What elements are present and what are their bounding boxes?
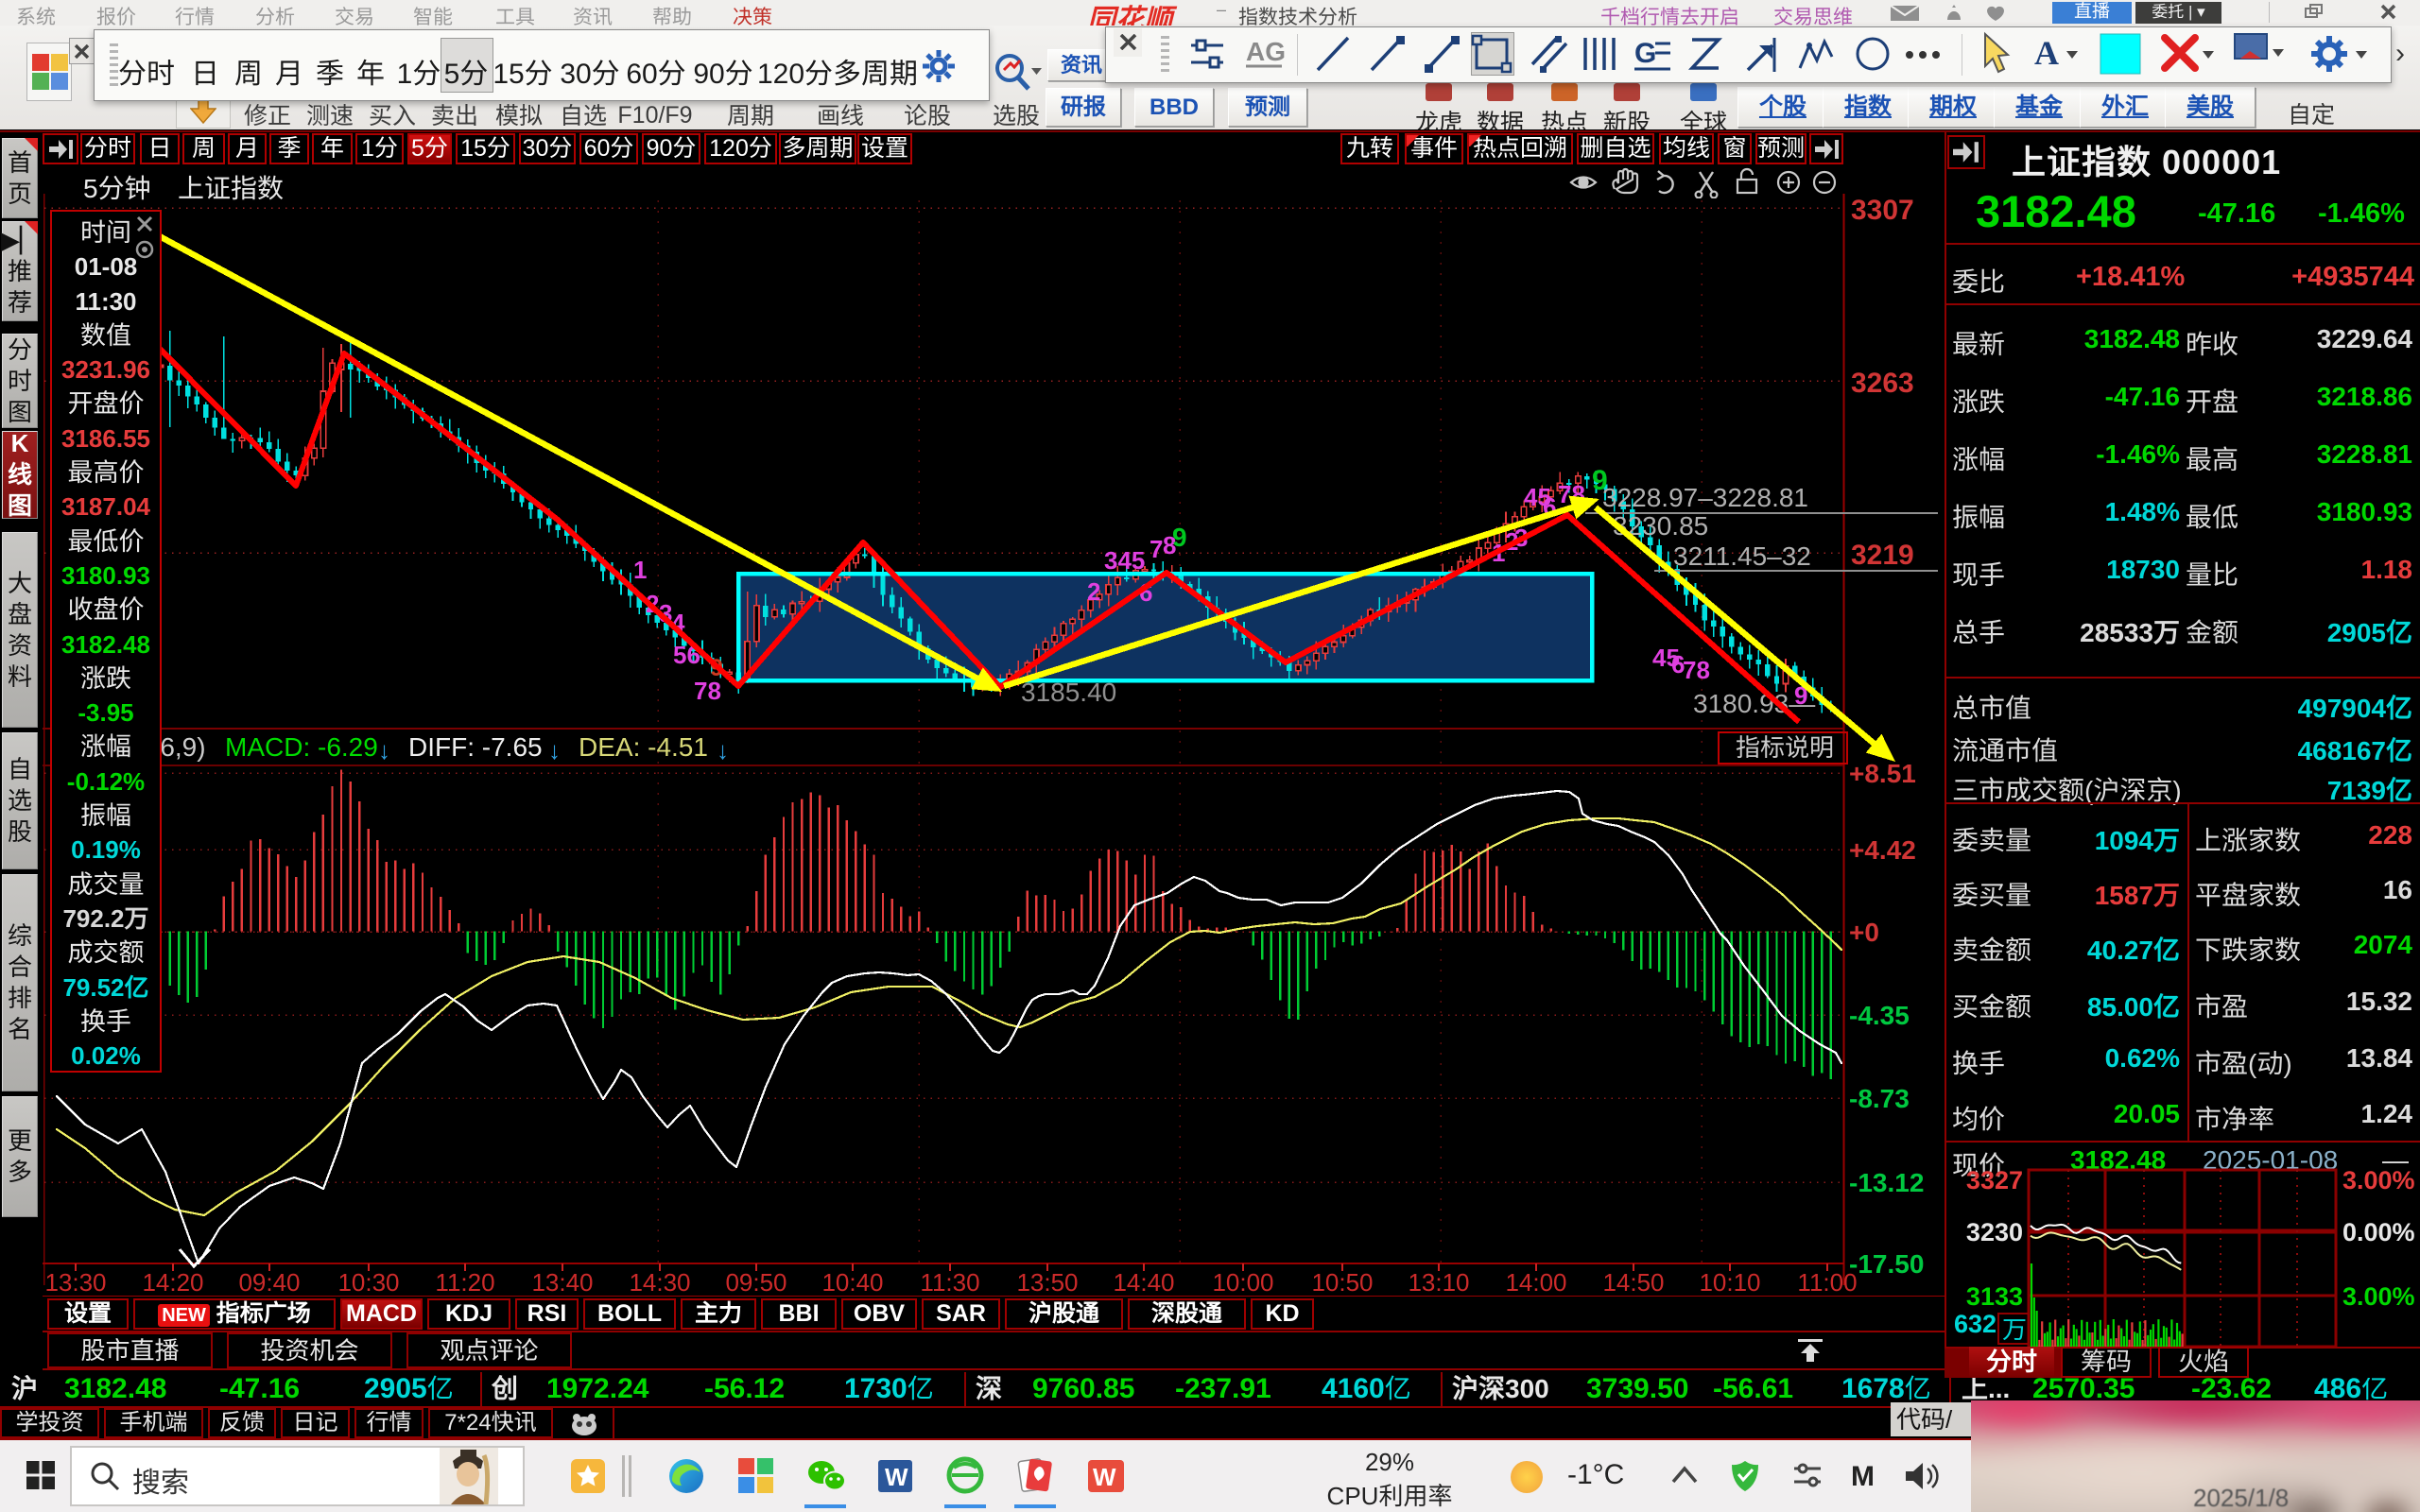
svg-text:14:30: 14:30 [629,1268,690,1297]
svg-text:-17.50: -17.50 [1849,1249,1924,1279]
svg-text:1: 1 [633,556,647,584]
svg-text:G: G [1634,38,1656,69]
svg-text:3307: 3307 [1851,195,1914,226]
svg-text:M: M [1851,1461,1875,1492]
svg-text:W: W [1093,1463,1116,1491]
svg-text:13:30: 13:30 [44,1268,106,1297]
svg-text:0.00%: 0.00% [2342,1218,2415,1246]
svg-text:3327: 3327 [1966,1166,2023,1194]
svg-text:万: 万 [2002,1315,2027,1344]
svg-text:W: W [885,1463,908,1491]
svg-text:3185.40: 3185.40 [1021,678,1116,707]
svg-text:2: 2 [1087,577,1100,606]
svg-text:↓: ↓ [378,736,390,765]
svg-text:10:00: 10:00 [1212,1268,1273,1297]
svg-text:3230: 3230 [1966,1218,2023,1246]
svg-text:10:40: 10:40 [821,1268,883,1297]
svg-text:3211.45–32: 3211.45–32 [1673,541,1811,571]
svg-text:MACD: -6.29: MACD: -6.29 [225,732,378,762]
svg-text:↓: ↓ [548,736,561,765]
svg-text:+8.51: +8.51 [1849,759,1916,788]
svg-text:345: 345 [1104,546,1145,575]
svg-text:14:50: 14:50 [1602,1268,1664,1297]
svg-text:14:00: 14:00 [1505,1268,1566,1297]
svg-text:DEA: -4.51: DEA: -4.51 [579,732,708,762]
svg-text:AG: AG [1246,37,1286,66]
svg-text:3.00%: 3.00% [2342,1282,2415,1311]
svg-text:11:00: 11:00 [1797,1268,1857,1297]
svg-text:9: 9 [1172,523,1187,552]
svg-text:7: 7 [1150,535,1163,563]
svg-text:指标说明: 指标说明 [1736,733,1834,762]
svg-text:09:50: 09:50 [725,1268,786,1297]
svg-text:13:10: 13:10 [1408,1268,1469,1297]
svg-text:10:10: 10:10 [1699,1268,1760,1297]
svg-text:10:30: 10:30 [337,1268,399,1297]
svg-text:11:20: 11:20 [435,1268,494,1297]
svg-text:-4.35: -4.35 [1849,1001,1910,1030]
svg-text:-13.12: -13.12 [1849,1168,1924,1197]
svg-text:9: 9 [1592,465,1608,496]
svg-text:09:40: 09:40 [238,1268,300,1297]
svg-text:11:30: 11:30 [920,1268,979,1297]
svg-text:+0: +0 [1849,918,1879,947]
svg-text:3263: 3263 [1851,368,1914,399]
svg-text:14:20: 14:20 [142,1268,203,1297]
svg-text:↓: ↓ [717,736,729,765]
svg-text:A: A [2034,34,2059,72]
svg-text:-8.73: -8.73 [1849,1084,1910,1113]
svg-text:10:50: 10:50 [1311,1268,1373,1297]
svg-text:13:40: 13:40 [531,1268,593,1297]
svg-text:13:50: 13:50 [1016,1268,1078,1297]
svg-text:3133: 3133 [1966,1282,2023,1311]
svg-text:78: 78 [1683,656,1710,684]
svg-text:632: 632 [1954,1310,1996,1338]
svg-text:3219: 3219 [1851,540,1914,571]
svg-text:14:40: 14:40 [1113,1268,1174,1297]
svg-text:DIFF: -7.65: DIFF: -7.65 [408,732,543,762]
svg-text:3.00%: 3.00% [2342,1166,2415,1194]
svg-text:3228.97–3228.81: 3228.97–3228.81 [1602,483,1808,512]
svg-text:+4.42: +4.42 [1849,835,1916,865]
